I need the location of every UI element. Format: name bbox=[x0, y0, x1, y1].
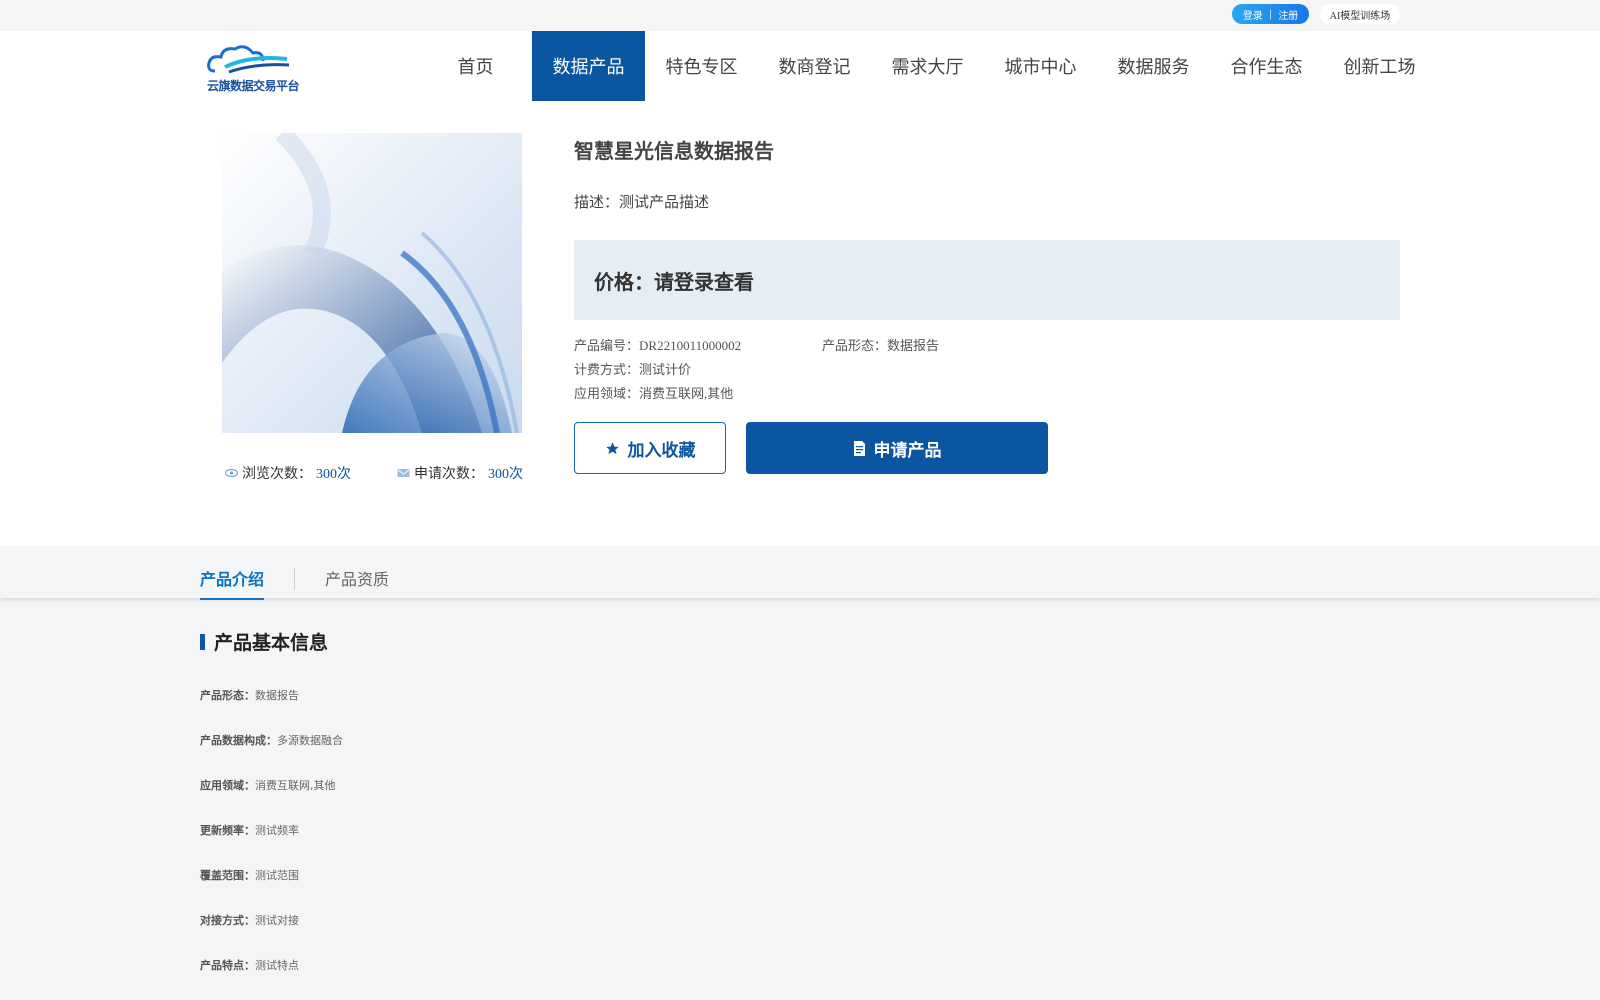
price-box: 价格：请登录查看 bbox=[574, 240, 1400, 320]
info-row-value: 测试对接 bbox=[255, 914, 299, 927]
info-row-label: 应用领域： bbox=[200, 779, 255, 792]
tab-divider bbox=[294, 568, 295, 590]
nav-item-3[interactable]: 数商登记 bbox=[758, 31, 871, 101]
info-row-value: 测试范围 bbox=[255, 869, 299, 882]
apply-product-label: 申请产品 bbox=[873, 440, 942, 461]
info-row-label: 产品特点： bbox=[200, 959, 255, 972]
nav-item-8[interactable]: 创新工场 bbox=[1323, 31, 1436, 101]
detail-tabs: 产品介绍 产品资质 bbox=[0, 546, 1600, 600]
applies-stat: 申请次数： 300次 bbox=[397, 463, 523, 483]
info-row: 产品形态：数据报告 bbox=[200, 687, 299, 703]
tab-product-qualification[interactable]: 产品资质 bbox=[325, 566, 389, 598]
billing-label: 计费方式： bbox=[574, 362, 640, 377]
logo-text: 云旗数据交易平台 bbox=[207, 79, 300, 93]
product-title: 智慧星光信息数据报告 bbox=[574, 139, 774, 163]
nav-item-4[interactable]: 需求大厅 bbox=[871, 31, 984, 101]
nav-item-2[interactable]: 特色专区 bbox=[645, 31, 758, 101]
add-favorite-label: 加入收藏 bbox=[627, 440, 696, 461]
info-row: 对接方式：测试对接 bbox=[200, 912, 299, 928]
info-row-label: 产品数据构成： bbox=[200, 734, 277, 747]
domain-label: 应用领域： bbox=[574, 386, 640, 401]
info-row-value: 测试特点 bbox=[255, 959, 299, 972]
nav-item-5[interactable]: 城市中心 bbox=[984, 31, 1097, 101]
info-row: 产品数据构成：多源数据融合 bbox=[200, 732, 343, 748]
basic-info-heading: 产品基本信息 bbox=[200, 628, 328, 655]
apply-product-button[interactable]: 申请产品 bbox=[746, 422, 1048, 474]
applies-label: 申请次数： bbox=[414, 467, 484, 482]
views-label: 浏览次数： bbox=[242, 467, 312, 482]
eye-icon bbox=[225, 468, 238, 478]
main-header: 云旗数据交易平台 首页 数据产品 特色专区 数商登记 需求大厅 城市中心 数据服务 合作生态创… bbox=[0, 31, 1600, 103]
site-logo[interactable]: 云旗数据交易平台 bbox=[205, 41, 305, 93]
top-utility-bar: 登录 | 注册 AI模型训练场 bbox=[0, 0, 1600, 31]
info-row: 应用领域：消费互联网,其他 bbox=[200, 777, 336, 793]
main-nav: 首页 数据产品 特色专区 数商登记 需求大厅 城市中心 数据服务 合作生态 创新工场 bbox=[419, 31, 1436, 101]
tab-product-intro[interactable]: 产品介绍 bbox=[200, 566, 265, 600]
info-row-value: 多源数据融合 bbox=[277, 734, 343, 747]
product-code-row: 产品编号：DR2210011000002 bbox=[574, 335, 741, 354]
info-row-label: 覆盖范围： bbox=[200, 869, 255, 882]
product-form-row: 产品形态：数据报告 bbox=[822, 335, 939, 354]
product-cover-image bbox=[222, 133, 522, 433]
product-hero: 浏览次数： 300次 申请次数： 300次 智慧星光信息数据报告 描述：测试产品描述… bbox=[0, 103, 1600, 546]
info-row-label: 更新频率： bbox=[200, 824, 255, 837]
domain-value: 消费互联网,其他 bbox=[639, 386, 734, 401]
nav-item-0[interactable]: 首页 bbox=[419, 31, 532, 101]
views-count: 300次 bbox=[316, 467, 351, 482]
auth-links: 登录 | 注册 bbox=[1232, 4, 1309, 24]
product-code-label: 产品编号： bbox=[574, 338, 640, 353]
info-row-label: 产品形态： bbox=[200, 689, 255, 702]
basic-info-title: 产品基本信息 bbox=[214, 632, 329, 654]
add-favorite-button[interactable]: 加入收藏 bbox=[574, 422, 726, 474]
applies-count: 300次 bbox=[488, 467, 523, 482]
product-description: 描述：测试产品描述 bbox=[574, 195, 710, 211]
billing-row: 计费方式：测试计价 bbox=[574, 359, 691, 378]
abstract-swirl-image bbox=[222, 133, 519, 433]
info-row-value: 数据报告 bbox=[255, 689, 299, 702]
product-form-value: 数据报告 bbox=[887, 338, 940, 353]
info-row: 更新频率：测试频率 bbox=[200, 822, 299, 838]
views-stat: 浏览次数： 300次 bbox=[225, 463, 351, 483]
nav-item-6[interactable]: 数据服务 bbox=[1097, 31, 1210, 101]
info-row-value: 测试频率 bbox=[255, 824, 299, 837]
info-row-value: 消费互联网,其他 bbox=[255, 779, 336, 792]
star-icon bbox=[605, 441, 619, 454]
mail-icon bbox=[397, 469, 410, 477]
section-accent-bar bbox=[200, 633, 205, 650]
info-row-label: 对接方式： bbox=[200, 914, 255, 927]
register-link[interactable]: 注册 bbox=[1278, 7, 1298, 22]
nav-item-7[interactable]: 合作生态 bbox=[1210, 31, 1323, 101]
login-link[interactable]: 登录 bbox=[1243, 7, 1263, 22]
product-form-label: 产品形态： bbox=[822, 338, 888, 353]
product-code-value: DR2210011000002 bbox=[639, 338, 742, 353]
product-stats: 浏览次数： 300次 申请次数： 300次 bbox=[225, 463, 525, 483]
cloud-logo-icon bbox=[207, 45, 290, 74]
auth-separator: | bbox=[1268, 8, 1273, 20]
billing-value: 测试计价 bbox=[639, 362, 692, 377]
price-text: 价格：请登录查看 bbox=[594, 269, 754, 294]
ai-training-link[interactable]: AI模型训练场 bbox=[1320, 4, 1400, 24]
domain-row: 应用领域：消费互联网,其他 bbox=[574, 383, 733, 402]
nav-item-1[interactable]: 数据产品 bbox=[532, 31, 645, 101]
info-row: 产品特点：测试特点 bbox=[200, 957, 299, 973]
document-icon bbox=[853, 440, 865, 456]
info-row: 覆盖范围：测试范围 bbox=[200, 867, 299, 883]
